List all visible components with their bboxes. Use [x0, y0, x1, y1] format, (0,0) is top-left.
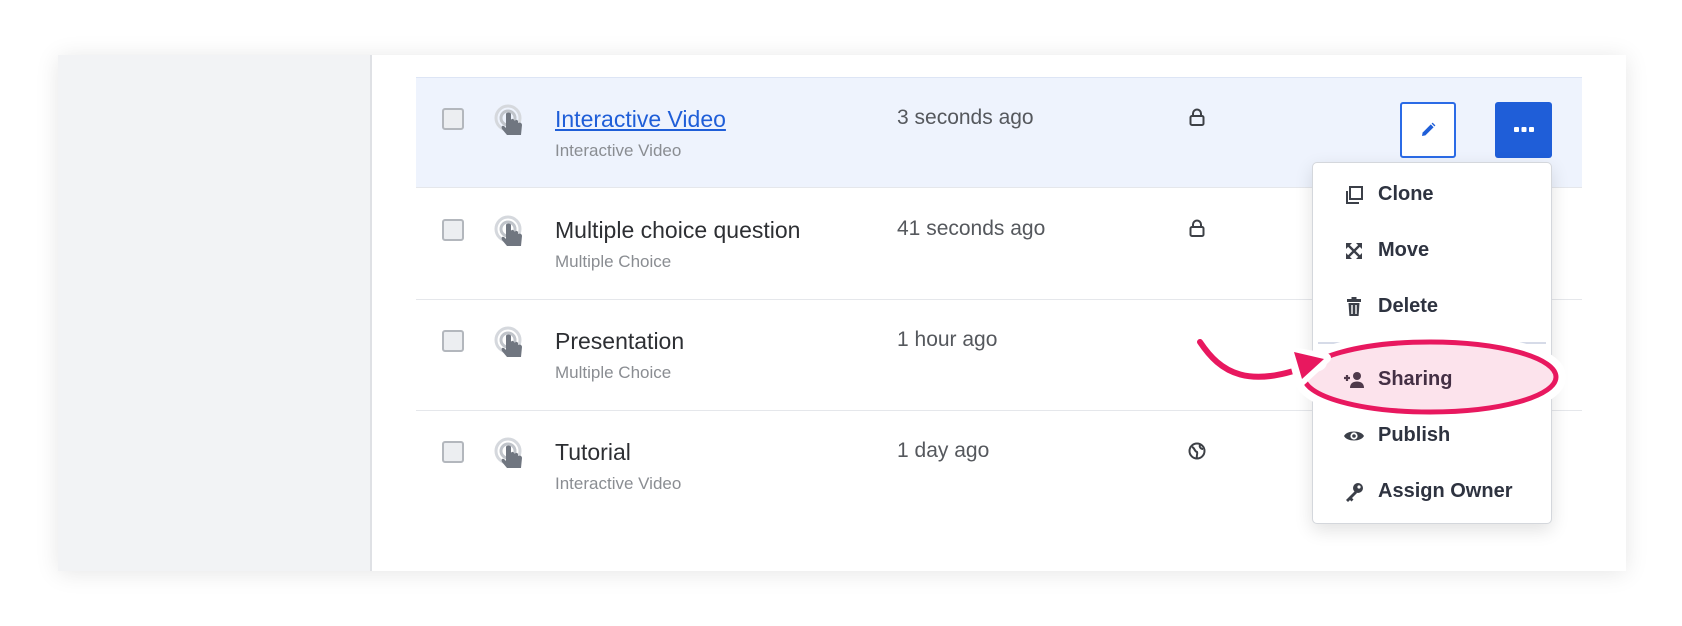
row-checkbox[interactable]	[442, 108, 464, 130]
menu-item-sharing[interactable]: Sharing	[1313, 357, 1551, 403]
item-type: Multiple Choice	[555, 363, 672, 382]
menu-item-label: Publish	[1378, 424, 1451, 446]
menu-item-move[interactable]: Move	[1313, 228, 1551, 274]
interactive-pointer-icon	[494, 326, 522, 357]
item-updated-time: 1 day ago	[897, 439, 990, 462]
item-type: Interactive Video	[555, 474, 682, 493]
move-icon	[1346, 243, 1362, 259]
row-checkbox[interactable]	[442, 330, 464, 352]
menu-item-delete[interactable]: Delete	[1313, 284, 1551, 330]
menu-item-label: Assign Owner	[1378, 480, 1513, 502]
key-icon	[1346, 483, 1363, 502]
item-type: Multiple Choice	[555, 252, 672, 271]
menu-item-label: Delete	[1378, 295, 1439, 317]
menu-divider	[1318, 342, 1546, 344]
actions-dropdown-menu: Clone Move Delete Sharing Publish Assign…	[1312, 162, 1552, 524]
item-type: Interactive Video	[555, 141, 682, 160]
item-updated-time: 41 seconds ago	[897, 217, 1046, 240]
menu-item-label: Clone	[1378, 183, 1434, 205]
interactive-pointer-icon	[494, 215, 522, 246]
menu-item-clone[interactable]: Clone	[1313, 172, 1551, 218]
edit-button[interactable]	[1400, 102, 1456, 158]
lock-icon	[1189, 108, 1205, 126]
item-title[interactable]: Tutorial	[555, 439, 631, 466]
row-checkbox[interactable]	[442, 219, 464, 241]
more-actions-button[interactable]	[1495, 102, 1552, 158]
item-title[interactable]: Presentation	[555, 328, 684, 355]
pencil-icon	[1422, 122, 1436, 136]
add-user-icon	[1344, 372, 1364, 388]
item-updated-time: 3 seconds ago	[897, 106, 1034, 129]
menu-item-label: Move	[1378, 239, 1430, 261]
ellipsis-icon	[1513, 127, 1534, 132]
trash-icon	[1347, 297, 1361, 316]
menu-item-assign-owner[interactable]: Assign Owner	[1313, 469, 1551, 515]
lock-icon	[1189, 219, 1205, 237]
eye-icon	[1344, 431, 1364, 441]
menu-item-publish[interactable]: Publish	[1313, 413, 1551, 459]
globe-icon	[1188, 442, 1206, 460]
clone-icon	[1346, 186, 1363, 204]
item-title[interactable]: Multiple choice question	[555, 217, 800, 244]
interactive-pointer-icon	[494, 104, 522, 135]
item-title-link[interactable]: Interactive Video	[555, 106, 726, 133]
row-checkbox[interactable]	[442, 441, 464, 463]
sidebar	[58, 55, 372, 571]
menu-item-label: Sharing	[1378, 368, 1453, 390]
interactive-pointer-icon	[494, 437, 522, 468]
item-updated-time: 1 hour ago	[897, 328, 998, 351]
